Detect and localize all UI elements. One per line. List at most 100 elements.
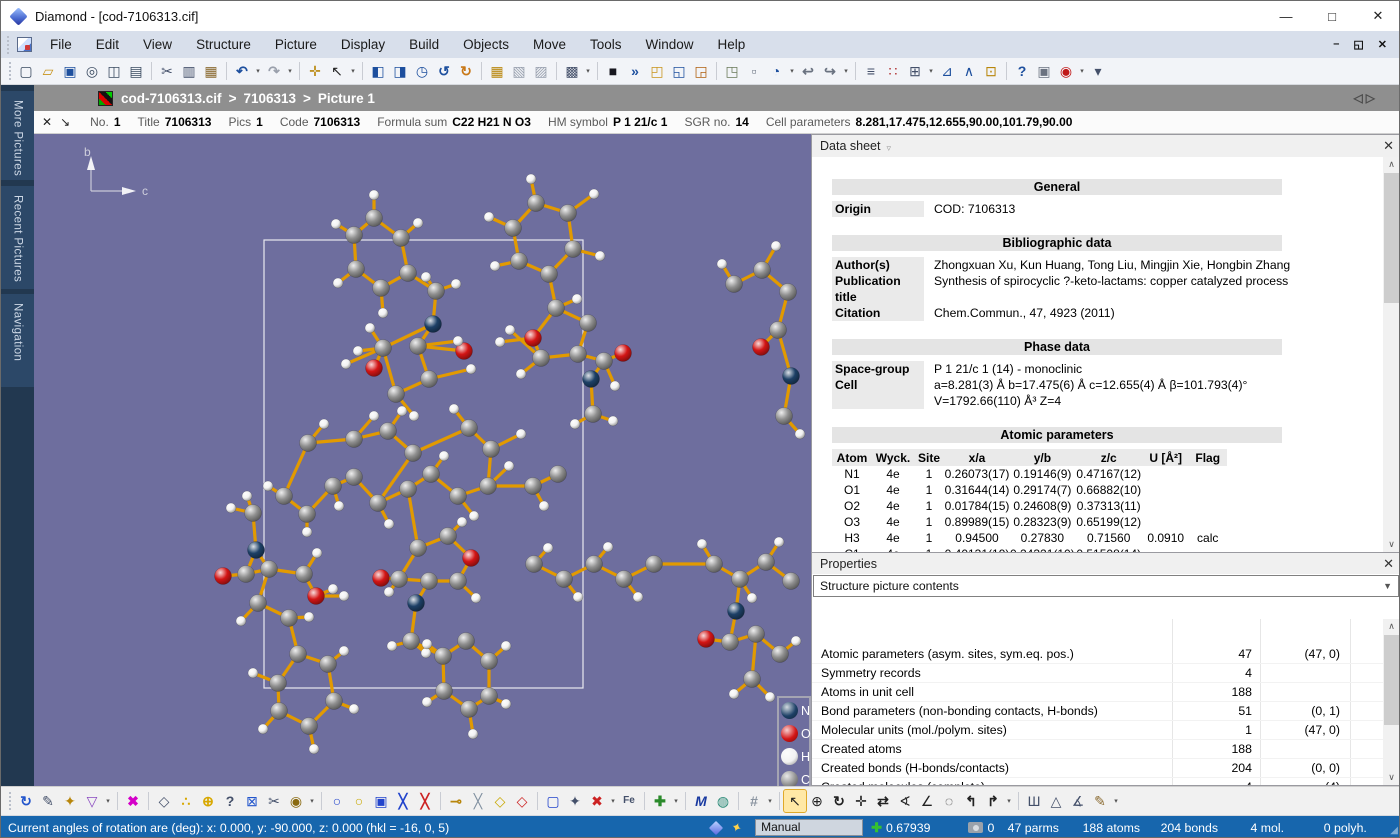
data-grid-dropdown[interactable]: ▾ (926, 67, 936, 75)
atom-h[interactable] (771, 241, 781, 251)
powder-pattern[interactable]: ∧ (958, 60, 980, 82)
atom-h[interactable] (312, 548, 322, 558)
menu-view[interactable]: View (131, 31, 184, 58)
atom-c[interactable] (526, 556, 543, 573)
atom-c[interactable] (423, 466, 440, 483)
atom-h[interactable] (484, 212, 494, 222)
atom-h[interactable] (543, 543, 553, 553)
breadcrumb-picture[interactable]: Picture 1 (318, 91, 375, 106)
toolbar-grip[interactable] (7, 62, 13, 80)
next-picture-dropdown[interactable]: ▾ (841, 67, 851, 75)
atom-h[interactable] (258, 724, 268, 734)
coordination-sphere-dropdown[interactable]: ▾ (307, 797, 317, 805)
structure-canvas[interactable]: bc NOHC (34, 134, 811, 786)
atom-c[interactable] (440, 528, 457, 545)
properties-scrollbar[interactable]: ∧ ∨ (1383, 619, 1400, 785)
redo-dropdown[interactable]: ▾ (285, 67, 295, 75)
atom-n[interactable] (408, 595, 425, 612)
atom-h[interactable] (501, 699, 511, 709)
record-video-dropdown[interactable]: ▾ (1077, 67, 1087, 75)
menu-display[interactable]: Display (329, 31, 397, 58)
atom-c[interactable] (320, 656, 337, 673)
atom-h[interactable] (449, 404, 459, 414)
paste[interactable]: ▦ (200, 60, 222, 82)
export-picture[interactable]: ◳ (721, 60, 743, 82)
cell-edges[interactable]: ▢ (542, 790, 564, 812)
atom-c[interactable] (325, 478, 342, 495)
atom-c[interactable] (550, 466, 567, 483)
scroll-up-icon[interactable]: ∧ (1383, 619, 1400, 634)
molecule-mode[interactable]: M (690, 790, 712, 812)
cut[interactable]: ✂ (156, 60, 178, 82)
atom-c[interactable] (450, 488, 467, 505)
print-preview[interactable]: ◫ (103, 60, 125, 82)
atom-c[interactable] (481, 688, 498, 705)
report-list[interactable]: ≡ (860, 60, 882, 82)
atom-n[interactable] (248, 542, 265, 559)
atom-n[interactable] (728, 603, 745, 620)
atom-h[interactable] (339, 591, 349, 601)
tilt-horizontal[interactable]: ∢ (894, 790, 916, 812)
previous-picture[interactable]: ↩ (797, 60, 819, 82)
bond[interactable] (408, 489, 418, 548)
atom-h[interactable] (439, 451, 449, 461)
atom-h[interactable] (333, 278, 343, 288)
atom-h[interactable] (572, 294, 582, 304)
properties-grid[interactable]: ⊡ (980, 60, 1002, 82)
atom-h[interactable] (341, 359, 351, 369)
black-display[interactable]: ■ (602, 60, 624, 82)
auto-build-wand[interactable]: ✦ (59, 790, 81, 812)
atom-o[interactable] (366, 360, 383, 377)
close-info-icon[interactable]: ✕ (42, 115, 52, 129)
history-clock[interactable]: ◔ (765, 60, 787, 82)
record-view[interactable]: ∷ (882, 60, 904, 82)
restore-windows[interactable]: ↺ (433, 60, 455, 82)
atom-c[interactable] (436, 683, 453, 700)
atom-h[interactable] (334, 501, 344, 511)
atom-c[interactable] (458, 633, 475, 650)
atom-c[interactable] (400, 481, 417, 498)
atom-h[interactable] (469, 511, 479, 521)
redo[interactable]: ↷ (263, 60, 285, 82)
atom-c[interactable] (245, 505, 262, 522)
atom-c[interactable] (373, 280, 390, 297)
properties-row[interactable]: Bond parameters (non-bonding contacts, H… (812, 702, 1383, 721)
angle-plot[interactable]: ⊿ (936, 60, 958, 82)
atom-h[interactable] (570, 419, 580, 429)
atom-c[interactable] (758, 554, 775, 571)
table-mode[interactable]: ▩ (561, 60, 583, 82)
pan-hand[interactable]: ✛ (304, 60, 326, 82)
select-tool[interactable]: ↖ (784, 790, 806, 812)
atom-c[interactable] (375, 340, 392, 357)
sidebar-tab-recent-pictures[interactable]: Recent Pictures (1, 186, 34, 289)
new-table[interactable]: ▦ (486, 60, 508, 82)
measure-angle[interactable]: △ (1045, 790, 1067, 812)
data-sheet-caption[interactable]: Data sheet ▿ ✕ (812, 135, 1400, 157)
resize-grip[interactable]: ◢ (1390, 825, 1398, 836)
toolbar-grip[interactable] (5, 36, 11, 54)
atom-h[interactable] (717, 259, 727, 269)
select-pointer[interactable]: ↖ (326, 60, 348, 82)
toolbar-grip[interactable] (7, 792, 13, 810)
atom-h[interactable] (466, 364, 476, 374)
tilt-vertical[interactable]: ∠ (916, 790, 938, 812)
atom-o[interactable] (215, 568, 232, 585)
atom-c[interactable] (754, 262, 771, 279)
undo[interactable]: ↶ (231, 60, 253, 82)
menu-window[interactable]: Window (633, 31, 705, 58)
atom-c[interactable] (483, 441, 500, 458)
atom-h[interactable] (384, 519, 394, 529)
menu-build[interactable]: Build (397, 31, 451, 58)
atom-c[interactable] (525, 478, 542, 495)
atom-h[interactable] (413, 218, 423, 228)
atom-h[interactable] (309, 744, 319, 754)
toolbar-overflow[interactable]: ▾ (1087, 60, 1109, 82)
atom-c[interactable] (301, 718, 318, 735)
history-clock-dropdown[interactable]: ▾ (787, 67, 797, 75)
pin-icon[interactable]: ▿ (886, 143, 891, 154)
atom-h[interactable] (421, 272, 431, 282)
breadcrumb-back-icon[interactable]: ◁ (1354, 91, 1363, 105)
atom-c[interactable] (421, 371, 438, 388)
atom-h[interactable] (384, 587, 394, 597)
atom-c[interactable] (271, 703, 288, 720)
